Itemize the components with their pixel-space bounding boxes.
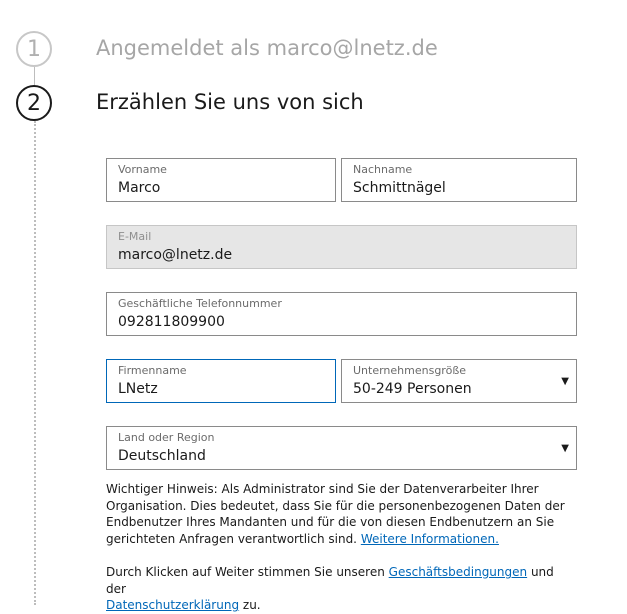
privacy-link[interactable]: Datenschutzerklärung <box>106 598 239 612</box>
email-value: marco@lnetz.de <box>118 247 233 263</box>
last-name-field[interactable]: Nachname Schmittnägel <box>341 158 577 202</box>
company-size-value: 50-249 Personen <box>353 381 472 397</box>
chevron-down-icon: ▼ <box>561 443 569 454</box>
country-value: Deutschland <box>118 448 206 464</box>
step-2-indicator: 2 <box>16 85 52 121</box>
phone-label: Geschäftliche Telefonnummer <box>118 297 282 310</box>
phone-field[interactable]: Geschäftliche Telefonnummer 092811809900 <box>106 292 577 336</box>
terms-prefix: Durch Klicken auf Weiter stimmen Sie uns… <box>106 565 385 579</box>
company-size-label: Unternehmensgröße <box>353 364 467 377</box>
phone-value: 092811809900 <box>118 314 225 330</box>
step-1-title: Angemeldet als marco@lnetz.de <box>96 36 438 60</box>
terms-suffix: zu. <box>242 598 261 612</box>
company-name-value: LNetz <box>118 381 158 397</box>
country-select[interactable]: Land oder Region Deutschland ▼ <box>106 426 577 470</box>
country-label: Land oder Region <box>118 431 215 444</box>
step-connector <box>34 67 35 85</box>
step-connector-dotted <box>34 121 36 605</box>
step-2-number: 2 <box>27 90 41 116</box>
email-label: E-Mail <box>118 230 152 243</box>
company-size-select[interactable]: Unternehmensgröße 50-249 Personen ▼ <box>341 359 577 403</box>
terms-notice: Durch Klicken auf Weiter stimmen Sie uns… <box>106 564 576 614</box>
first-name-label: Vorname <box>118 163 167 176</box>
step-2-title: Erzählen Sie uns von sich <box>96 90 364 114</box>
last-name-label: Nachname <box>353 163 413 176</box>
company-name-label: Firmenname <box>118 364 187 377</box>
email-field: E-Mail marco@lnetz.de <box>106 225 577 269</box>
last-name-value: Schmittnägel <box>353 180 446 196</box>
terms-link[interactable]: Geschäftsbedingungen <box>389 565 527 579</box>
admin-notice: Wichtiger Hinweis: Als Administrator sin… <box>106 481 576 547</box>
more-info-link[interactable]: Weitere Informationen. <box>361 532 499 546</box>
first-name-field[interactable]: Vorname Marco <box>106 158 336 202</box>
company-name-field[interactable]: Firmenname LNetz <box>106 359 336 403</box>
chevron-down-icon: ▼ <box>561 376 569 387</box>
first-name-value: Marco <box>118 180 161 196</box>
step-1-number: 1 <box>27 36 41 62</box>
step-1-indicator: 1 <box>16 31 52 67</box>
